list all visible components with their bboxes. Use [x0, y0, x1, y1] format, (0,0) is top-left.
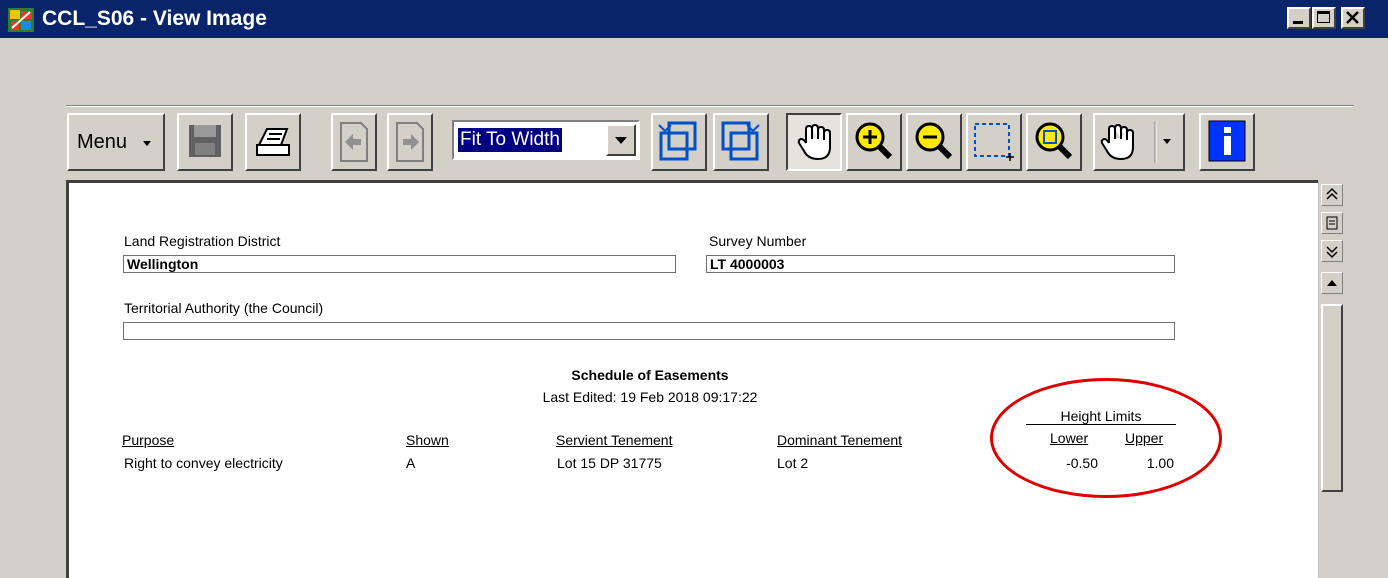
column-purpose: Purpose [122, 432, 175, 448]
survey-number-label: Survey Number [709, 233, 807, 249]
save-icon [189, 125, 221, 157]
zoom-window-button[interactable] [1026, 113, 1082, 171]
rotate-right-icon [721, 121, 760, 161]
double-up-arrow-icon [1326, 187, 1338, 200]
vertical-scrollbar[interactable] [1318, 180, 1345, 578]
double-down-arrow-icon [1326, 246, 1338, 259]
toolbar-separator [66, 105, 1354, 107]
rotate-left-icon [658, 121, 697, 161]
up-arrow-icon [1327, 280, 1337, 286]
last-edited: Last Edited: 19 Feb 2018 09:17:22 [542, 389, 758, 405]
maximize-icon [1317, 11, 1330, 23]
print-button[interactable] [245, 113, 301, 171]
row-shown: A [406, 455, 416, 471]
menu-button[interactable]: Menu [67, 113, 165, 171]
next-page-button[interactable] [387, 113, 433, 171]
zoom-mode-dropdown-button[interactable] [606, 124, 636, 156]
zoom-selection-icon [974, 123, 1014, 161]
column-servient-tenement: Servient Tenement [556, 432, 673, 448]
minimize-button[interactable] [1287, 7, 1311, 29]
zoom-in-icon [855, 122, 893, 160]
hand-tool-icon [1100, 121, 1171, 163]
save-button[interactable] [177, 113, 233, 171]
next-page-icon [396, 122, 424, 162]
scroll-last-page-button[interactable] [1321, 240, 1343, 262]
chevron-down-icon [615, 137, 627, 144]
highlight-circle [990, 378, 1222, 498]
row-purpose: Right to convey electricity [124, 455, 283, 471]
page-icon [1326, 216, 1338, 230]
close-icon [1346, 11, 1359, 24]
rotate-right-button[interactable] [713, 113, 769, 171]
scroll-page-button[interactable] [1321, 212, 1343, 234]
minimize-icon [1293, 21, 1303, 24]
previous-page-icon [340, 122, 368, 162]
zoom-window-icon [1035, 122, 1073, 160]
scroll-up-button[interactable] [1321, 272, 1343, 294]
zoom-mode-select[interactable]: Fit To Width [452, 120, 640, 160]
zoom-mode-value: Fit To Width [458, 128, 562, 152]
info-button[interactable] [1199, 113, 1255, 171]
column-shown: Shown [406, 432, 449, 448]
zoom-selection-button[interactable] [966, 113, 1022, 171]
window-title: CCL_S06 - View Image [42, 7, 267, 30]
scroll-first-page-button[interactable] [1321, 184, 1343, 206]
district-field: Wellington [123, 255, 676, 273]
column-dominant-tenement: Dominant Tenement [777, 432, 903, 448]
info-icon [1208, 120, 1246, 162]
maximize-button[interactable] [1312, 7, 1336, 29]
authority-field [123, 322, 1175, 340]
zoom-out-icon [915, 122, 953, 160]
app-icon [8, 8, 34, 32]
close-button[interactable] [1341, 7, 1365, 29]
zoom-out-button[interactable] [906, 113, 962, 171]
pan-button[interactable] [786, 113, 842, 171]
schedule-title: Schedule of Easements [571, 367, 729, 383]
print-icon [256, 128, 290, 156]
scroll-thumb[interactable] [1321, 304, 1343, 492]
rotate-left-button[interactable] [651, 113, 707, 171]
authority-label: Territorial Authority (the Council) [124, 300, 324, 316]
previous-page-button[interactable] [331, 113, 377, 171]
chevron-down-icon [143, 141, 151, 146]
row-dominant-tenement: Lot 2 [777, 455, 809, 471]
survey-number-field: LT 4000003 [706, 255, 1175, 273]
tool-dropdown-button[interactable] [1093, 113, 1185, 171]
row-servient-tenement: Lot 15 DP 31775 [557, 455, 662, 471]
pan-hand-icon [797, 123, 831, 161]
district-label: Land Registration District [124, 233, 281, 249]
zoom-in-button[interactable] [846, 113, 902, 171]
